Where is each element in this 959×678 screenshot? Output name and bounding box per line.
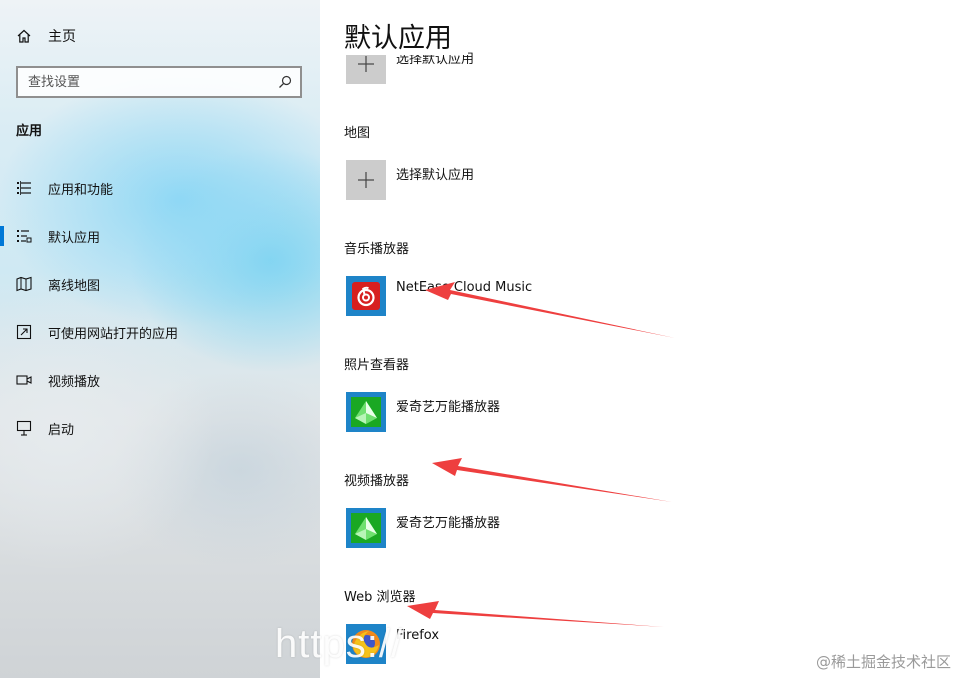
startup-icon (16, 420, 32, 436)
sidebar: 主页 应用 应用和功能 (0, 0, 320, 678)
home-label: 主页 (48, 29, 76, 45)
site-watermark: @稀土掘金技术社区 (815, 653, 951, 671)
settings-window: 主页 应用 应用和功能 (0, 0, 959, 678)
default-app-row[interactable]: 选择默认应用 (346, 160, 474, 200)
sidebar-item-label: 应用和功能 (48, 182, 114, 198)
iqiyi-player-icon[interactable] (346, 508, 386, 548)
search-icon[interactable] (278, 75, 292, 89)
sidebar-item-default-apps[interactable]: 默认应用 (0, 216, 320, 256)
category-label: 视频播放器 (344, 474, 410, 489)
url-watermark: https:// (275, 622, 404, 666)
netease-cloud-music-icon[interactable] (346, 276, 386, 316)
page-title: 默认应用 (344, 16, 468, 55)
sidebar-item-apps-for-websites[interactable]: 可使用网站打开的应用 (0, 312, 320, 352)
video-playback-icon (16, 375, 32, 385)
main-content: 默认应用 选择默认应用 地图 选择默认应用 音乐播放器 NetEase Clou… (320, 0, 959, 678)
sidebar-item-label: 离线地图 (48, 278, 101, 294)
category-label: 地图 (344, 126, 371, 141)
sidebar-item-label: 默认应用 (48, 230, 101, 246)
category-label: 音乐播放器 (344, 242, 410, 257)
sidebar-item-apps-features[interactable]: 应用和功能 (0, 168, 320, 208)
default-app-row[interactable]: NetEase Cloud Music (346, 276, 532, 316)
category-label: Web 浏览器 (344, 590, 416, 605)
offline-maps-icon (16, 276, 32, 292)
iqiyi-player-icon[interactable] (346, 392, 386, 432)
search-input[interactable] (26, 73, 278, 91)
apps-for-websites-icon (16, 324, 32, 340)
section-title: 应用 (16, 124, 43, 139)
sidebar-item-label: 视频播放 (48, 374, 101, 390)
apps-features-icon (17, 181, 31, 195)
sidebar-item-offline-maps[interactable]: 离线地图 (0, 264, 320, 304)
sidebar-item-label: 可使用网站打开的应用 (48, 326, 179, 342)
sidebar-item-label: 启动 (48, 422, 75, 438)
plus-icon[interactable] (346, 160, 386, 200)
app-name: NetEase Cloud Music (396, 280, 533, 295)
sidebar-item-startup[interactable]: 启动 (0, 408, 320, 448)
app-name: 爱奇艺万能播放器 (396, 516, 501, 531)
default-apps-icon (17, 230, 32, 243)
category-label: 照片查看器 (344, 358, 410, 373)
app-name: 选择默认应用 (396, 168, 475, 183)
home-icon (17, 29, 31, 43)
default-app-row[interactable]: 爱奇艺万能播放器 (346, 508, 500, 548)
sidebar-item-video-playback[interactable]: 视频播放 (0, 360, 320, 400)
home-link[interactable]: 主页 (16, 26, 76, 46)
default-app-row[interactable]: 爱奇艺万能播放器 (346, 392, 500, 432)
app-name: 爱奇艺万能播放器 (396, 400, 501, 415)
search-box[interactable] (16, 66, 302, 98)
